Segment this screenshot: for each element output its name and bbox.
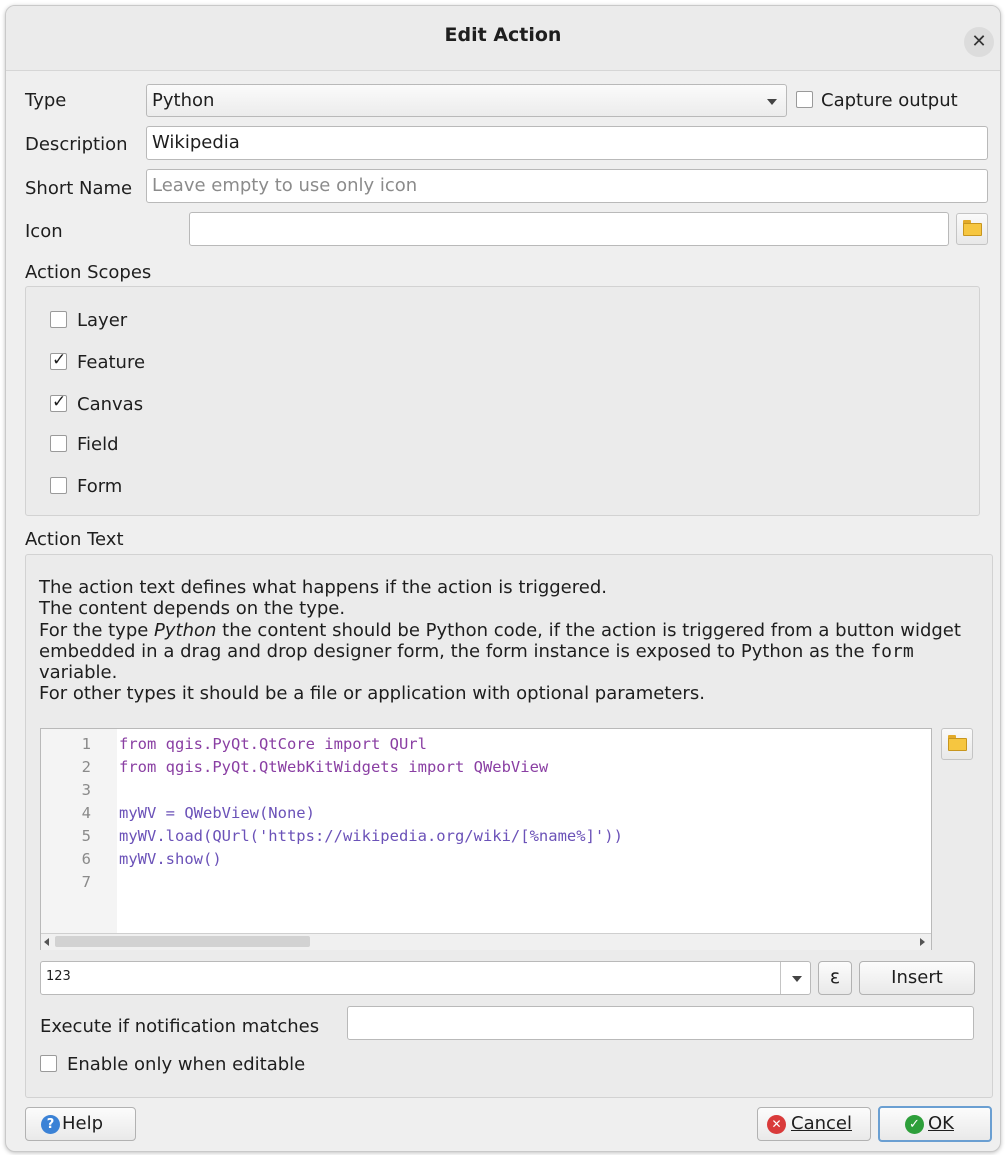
- scope-feature-label: Feature: [77, 352, 146, 373]
- check-icon: ✓: [52, 392, 67, 412]
- code-line: myWV = QWebView(None): [119, 804, 315, 822]
- help-line-4: For other types it should be a file or a…: [39, 683, 705, 705]
- folder-icon: [948, 738, 967, 751]
- help-line-1: The action text defines what happens if …: [39, 577, 607, 598]
- scope-form-label: Form: [77, 476, 123, 497]
- short-name-input[interactable]: Leave empty to use only icon: [146, 169, 988, 203]
- code-line: from qgis.PyQt.QtWebKitWidgets import QW…: [119, 758, 549, 776]
- chevron-down-icon: [767, 99, 777, 105]
- help-form-code: form: [870, 640, 914, 662]
- help-line-2: The content depends on the type.: [39, 598, 346, 620]
- scope-layer-label: Layer: [77, 310, 128, 331]
- action-scopes-group: Layer ✓ Feature ✓ Canvas Field Form: [25, 286, 980, 516]
- help-icon: ?: [41, 1115, 60, 1134]
- scope-canvas-label: Canvas: [77, 394, 144, 415]
- line-number: 3: [81, 781, 91, 799]
- close-icon: ✕: [971, 31, 987, 52]
- cancel-icon: ✕: [767, 1115, 786, 1134]
- line-number: 6: [81, 850, 91, 868]
- notification-label: Execute if notification matches: [40, 1016, 320, 1037]
- type-label: Type: [25, 90, 67, 111]
- editable-only-label: Enable only when editable: [67, 1054, 306, 1075]
- scrollbar-thumb[interactable]: [55, 936, 310, 947]
- scope-feature-checkbox[interactable]: ✓: [50, 350, 67, 370]
- code-line: myWV.load(QUrl('https://wikipedia.org/wi…: [119, 827, 623, 845]
- title-bar: Edit Action ✕: [6, 6, 1000, 71]
- icon-path-input[interactable]: [189, 212, 949, 246]
- cancel-button[interactable]: ✕ Cancel: [757, 1107, 871, 1141]
- notification-input[interactable]: [347, 1006, 974, 1040]
- code-browse-button[interactable]: [941, 728, 973, 760]
- dialog-title: Edit Action: [444, 24, 562, 46]
- expression-button[interactable]: ε: [818, 961, 852, 995]
- description-label: Description: [25, 134, 128, 155]
- help-button-label: Help: [62, 1113, 104, 1134]
- scope-field-checkbox[interactable]: [50, 435, 67, 452]
- code-line: myWV.show(): [119, 850, 222, 868]
- cancel-button-label: Cancel: [791, 1113, 852, 1134]
- scroll-left-icon[interactable]: [44, 938, 49, 946]
- chevron-down-icon: [792, 976, 802, 982]
- field-combo-value: 123: [46, 969, 71, 984]
- edit-action-dialog: Edit Action ✕ Type Python Capture output…: [5, 5, 1001, 1152]
- combo-divider: [780, 962, 781, 994]
- type-combo[interactable]: Python: [146, 84, 787, 117]
- action-text-help: The action text defines what happens if …: [39, 577, 969, 705]
- line-number: 5: [81, 827, 91, 845]
- scope-canvas-checkbox[interactable]: ✓: [50, 392, 67, 412]
- scope-layer-checkbox[interactable]: [50, 311, 67, 328]
- icon-label: Icon: [25, 221, 63, 242]
- line-number: 4: [81, 804, 91, 822]
- help-line-3a: For the type: [39, 619, 155, 641]
- description-input[interactable]: Wikipedia: [146, 126, 988, 160]
- expression-icon: ε: [829, 966, 841, 988]
- capture-output-checkbox[interactable]: [796, 91, 813, 108]
- help-line-3c: variable.: [39, 662, 118, 684]
- ok-button[interactable]: ✓ OK: [878, 1106, 992, 1142]
- capture-output-label: Capture output: [821, 90, 958, 111]
- help-button[interactable]: ? Help: [25, 1107, 136, 1141]
- line-number: 2: [81, 758, 91, 776]
- description-value: Wikipedia: [152, 132, 240, 153]
- horizontal-scrollbar[interactable]: [41, 933, 931, 950]
- field-combo[interactable]: 123: [40, 961, 811, 995]
- short-name-placeholder: Leave empty to use only icon: [152, 175, 418, 196]
- action-text-title: Action Text: [25, 529, 124, 550]
- line-number: 7: [81, 873, 91, 891]
- ok-check-icon: ✓: [905, 1115, 924, 1134]
- short-name-label: Short Name: [25, 178, 133, 199]
- editable-only-checkbox[interactable]: [40, 1055, 57, 1072]
- action-scopes-title: Action Scopes: [25, 262, 152, 283]
- code-editor[interactable]: 1 2 3 4 5 6 7 from qgis.PyQt.QtCore impo…: [40, 728, 932, 950]
- help-python-emphasis: Python: [154, 619, 217, 641]
- scroll-right-icon[interactable]: [920, 938, 925, 946]
- type-value: Python: [152, 90, 215, 111]
- help-line-3: For the type Python the content should b…: [39, 620, 969, 684]
- scope-field-label: Field: [77, 434, 119, 455]
- ok-button-label: OK: [928, 1113, 954, 1134]
- code-line: from qgis.PyQt.QtCore import QUrl: [119, 735, 427, 753]
- check-icon: ✓: [52, 350, 67, 370]
- line-number: 1: [81, 735, 91, 753]
- close-button[interactable]: ✕: [964, 27, 994, 57]
- scope-form-checkbox[interactable]: [50, 477, 67, 494]
- icon-browse-button[interactable]: [956, 213, 988, 245]
- insert-button[interactable]: Insert: [859, 961, 975, 995]
- folder-icon: [963, 223, 982, 236]
